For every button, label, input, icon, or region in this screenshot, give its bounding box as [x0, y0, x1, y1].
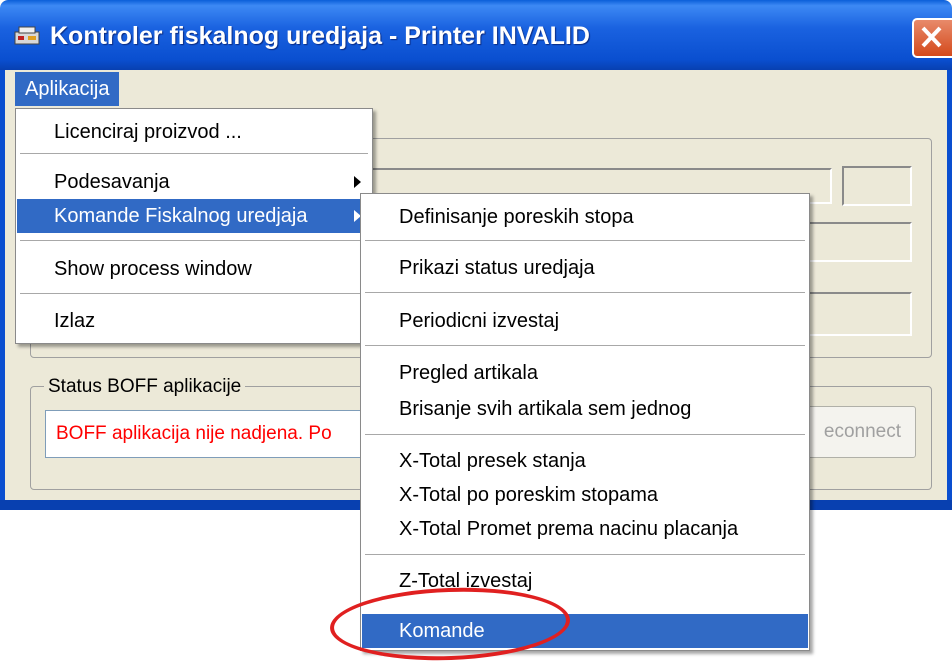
submenu-arrow-icon: [354, 176, 361, 188]
window-frame-right: [947, 70, 952, 510]
submenu-item-periodicni[interactable]: Periodicni izvestaj: [362, 304, 808, 338]
window-frame-left: [0, 70, 5, 510]
menu-item-label: Pregled artikala: [399, 362, 538, 384]
menu-separator: [20, 293, 368, 294]
menu-item-izlaz[interactable]: Izlaz: [17, 304, 371, 338]
submenu-item-pregled-artikala[interactable]: Pregled artikala: [362, 356, 808, 390]
title-bar[interactable]: Kontroler fiskalnog uredjaja - Printer I…: [0, 0, 952, 70]
menu-item-label: X-Total po poreskim stopama: [399, 484, 659, 506]
menu-item-licenciraj[interactable]: Licenciraj proizvod ...: [17, 115, 371, 149]
menu-item-show-process[interactable]: Show process window: [17, 252, 371, 286]
text-field-3[interactable]: [800, 222, 912, 262]
status-text: BOFF aplikacija nije nadjena. Po: [45, 410, 395, 458]
submenu-item-prikazi-status[interactable]: Prikazi status uredjaja: [362, 251, 808, 285]
status-group-title: Status BOFF aplikacije: [44, 376, 246, 398]
menu-separator: [365, 554, 805, 555]
menu-item-label: Periodicni izvestaj: [399, 310, 560, 332]
komande-submenu: Definisanje poreskih stopa Prikazi statu…: [360, 193, 810, 651]
menu-item-label: X-Total presek stanja: [399, 450, 586, 472]
menu-item-label: Izlaz: [54, 310, 96, 332]
text-field-2[interactable]: [842, 166, 912, 206]
menu-separator: [20, 153, 368, 154]
menu-bar: [5, 70, 947, 106]
submenu-item-x-total-presek[interactable]: X-Total presek stanja: [362, 444, 808, 478]
window-title: Kontroler fiskalnog uredjaja - Printer I…: [50, 22, 590, 50]
menu-item-podesavanja[interactable]: Podesavanja: [17, 165, 371, 199]
menu-item-komande-fiskalnog[interactable]: Komande Fiskalnog uredjaja: [17, 199, 371, 233]
menu-item-label: Definisanje poreskih stopa: [399, 206, 634, 228]
menu-separator: [365, 345, 805, 346]
menu-separator: [365, 434, 805, 435]
menu-item-label: Komande Fiskalnog uredjaja: [54, 205, 308, 227]
menu-separator: [365, 240, 805, 241]
menu-item-label: Podesavanja: [54, 171, 170, 193]
menu-separator: [20, 240, 368, 241]
menu-item-label: Brisanje svih artikala sem jednog: [399, 398, 692, 420]
menu-separator: [365, 292, 805, 293]
aplikacija-menu: Licenciraj proizvod ... Podesavanja Koma…: [15, 108, 373, 344]
submenu-item-x-total-poreske[interactable]: X-Total po poreskim stopama: [362, 478, 808, 512]
menu-item-label: Prikazi status uredjaja: [399, 257, 595, 279]
submenu-item-definisanje[interactable]: Definisanje poreskih stopa: [362, 200, 808, 234]
menu-item-label: X-Total Promet prema nacinu placanja: [399, 518, 739, 540]
app-icon: [14, 26, 40, 48]
submenu-item-brisanje-artikala[interactable]: Brisanje svih artikala sem jednog: [362, 392, 808, 426]
menu-item-label: Show process window: [54, 258, 252, 280]
text-field-4[interactable]: [800, 292, 912, 336]
close-button[interactable]: [912, 18, 952, 58]
menu-item-label: Licenciraj proizvod ...: [54, 121, 242, 143]
submenu-item-x-total-promet[interactable]: X-Total Promet prema nacinu placanja: [362, 512, 808, 546]
menu-aplikacija[interactable]: Aplikacija: [15, 72, 120, 106]
